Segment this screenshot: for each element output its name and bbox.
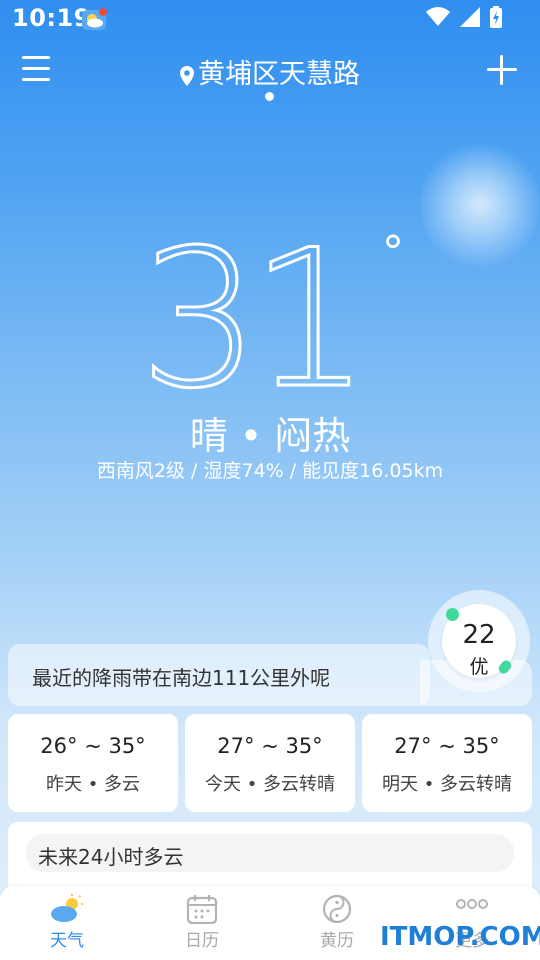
day-card-yesterday[interactable]: 26° ~ 35° 昨天 • 多云 — [8, 714, 178, 812]
weather-icon — [51, 894, 83, 922]
battery-icon — [490, 6, 502, 28]
day-temp-range: 27° ~ 35° — [394, 734, 500, 758]
page-indicator-dot — [265, 92, 274, 101]
aqi-badge[interactable]: 22 优 — [428, 590, 530, 692]
current-temperature: 31 ° — [150, 225, 410, 405]
status-bar: 10:19 — [0, 0, 540, 40]
tab-calendar[interactable]: 日历 — [152, 894, 252, 954]
tab-label: 日历 — [185, 931, 219, 951]
day-description: 明天 • 多云转晴 — [381, 774, 513, 795]
hourly-summary: 未来24小时多云 — [38, 845, 184, 869]
day-card-today[interactable]: 27° ~ 35° 今天 • 多云转晴 — [185, 714, 355, 812]
hourly-summary-pill: 未来24小时多云 — [26, 834, 514, 872]
day-temp-range: 26° ~ 35° — [40, 734, 146, 758]
sun-glow — [420, 140, 540, 270]
yin-yang-icon — [322, 894, 352, 924]
weather-condition: 晴 • 闷热 — [189, 414, 351, 458]
degree-symbol: ° — [382, 227, 404, 278]
aqi-indicator-dot — [446, 608, 459, 621]
weather-notification-icon — [82, 8, 107, 30]
status-time: 10:19 — [12, 4, 91, 32]
tab-label: 黄历 — [320, 931, 354, 951]
header: 黄埔区天慧路 — [0, 44, 540, 104]
add-city-button[interactable] — [486, 54, 518, 86]
day-temp-range: 27° ~ 35° — [217, 734, 323, 758]
more-icon — [456, 899, 488, 909]
tab-weather[interactable]: 天气 — [17, 894, 117, 954]
weather-details: 西南风2级 / 湿度74% / 能见度16.05km — [96, 460, 444, 482]
tab-label: 天气 — [50, 931, 84, 951]
temperature-value: 31 — [150, 225, 361, 405]
calendar-icon — [186, 895, 218, 924]
location-pin-icon — [180, 65, 194, 86]
day-description: 昨天 • 多云 — [45, 774, 141, 795]
aqi-value: 22 — [462, 620, 496, 650]
location-title[interactable]: 黄埔区天慧路 — [0, 52, 540, 91]
day-description: 今天 • 多云转晴 — [204, 774, 336, 795]
signal-icon — [460, 7, 480, 27]
watermark: ITMOP.COM — [380, 922, 540, 952]
rain-banner-text: 最近的降雨带在南边111公里外呢 — [32, 666, 331, 690]
wifi-icon — [426, 7, 450, 27]
location-name: 黄埔区天慧路 — [198, 59, 360, 90]
tab-almanac[interactable]: 黄历 — [287, 894, 387, 954]
day-card-tomorrow[interactable]: 27° ~ 35° 明天 • 多云转晴 — [362, 714, 532, 812]
rain-banner[interactable]: 最近的降雨带在南边111公里外呢 — [8, 644, 430, 706]
